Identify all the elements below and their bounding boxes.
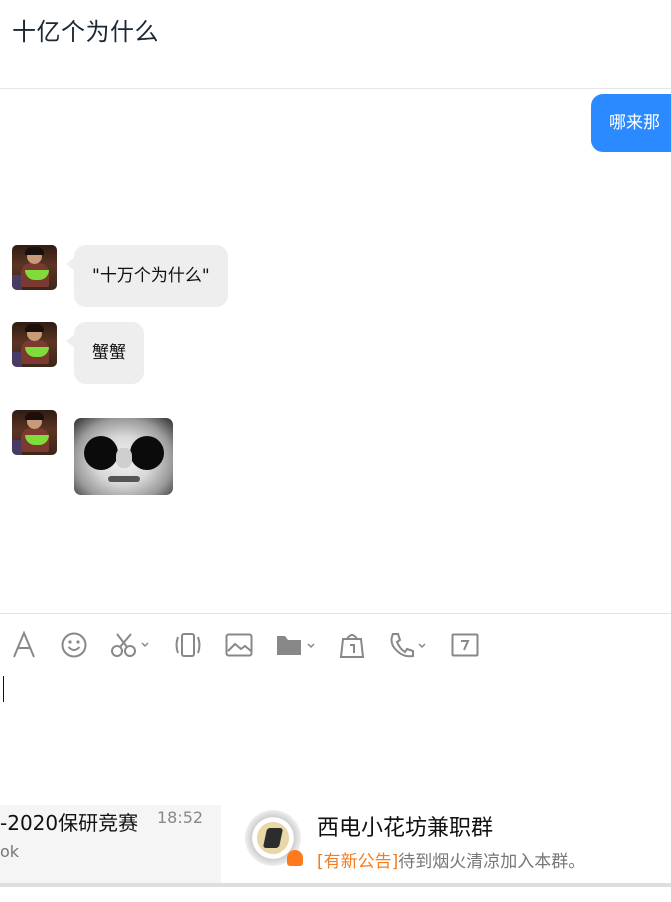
sticker-image[interactable]	[74, 418, 173, 495]
notice-tag: [有新公告]	[317, 852, 399, 872]
screenshot-icon[interactable]	[111, 628, 151, 662]
text-cursor	[3, 676, 4, 702]
message-list[interactable]: 哪来那 "十万个为什么" 蟹蟹	[0, 89, 671, 613]
title-bar: 十亿个为什么	[0, 0, 671, 89]
conversation-preview: [有新公告]待到烟火清凉加入本群。	[317, 847, 585, 872]
incoming-message[interactable]: "十万个为什么"	[66, 245, 228, 307]
conversation-preview: ok	[0, 842, 20, 861]
conversation-item[interactable]: 西电小花坊兼职群 [有新公告]待到烟火清凉加入本群。	[221, 805, 671, 883]
calendar-icon[interactable]	[451, 628, 479, 662]
phone-icon[interactable]	[388, 628, 430, 662]
emoji-icon[interactable]	[61, 628, 87, 662]
gift-icon[interactable]	[338, 628, 366, 662]
chat-window: 十亿个为什么 哪来那 "十万个为什么" 蟹蟹	[0, 0, 671, 805]
conversation-list: -2020保研竞赛 18:52 ok 西电小花坊兼职群 [有新公告]待到烟火清凉…	[0, 805, 671, 902]
avatar[interactable]	[12, 410, 57, 455]
conversation-time: 18:52	[157, 808, 204, 827]
avatar[interactable]	[12, 245, 57, 290]
conversation-item[interactable]: -2020保研竞赛 18:52 ok	[0, 805, 221, 883]
image-icon[interactable]	[225, 628, 253, 662]
input-area[interactable]	[0, 613, 671, 805]
shake-icon[interactable]	[174, 628, 202, 662]
conversation-name: 西电小花坊兼职群	[317, 816, 494, 841]
conversation-name: -2020保研竞赛	[0, 811, 139, 835]
chat-title: 十亿个为什么	[12, 18, 159, 46]
input-toolbar	[0, 628, 671, 662]
bell-icon	[287, 850, 303, 866]
divider	[0, 883, 671, 887]
incoming-message[interactable]: 蟹蟹	[66, 322, 144, 384]
outgoing-message[interactable]: 哪来那	[591, 94, 671, 152]
avatar[interactable]	[12, 322, 57, 367]
font-icon[interactable]	[12, 628, 36, 662]
notice-text: 待到烟火清凉加入本群。	[398, 852, 586, 872]
folder-icon[interactable]	[276, 628, 318, 662]
group-avatar	[245, 810, 303, 866]
